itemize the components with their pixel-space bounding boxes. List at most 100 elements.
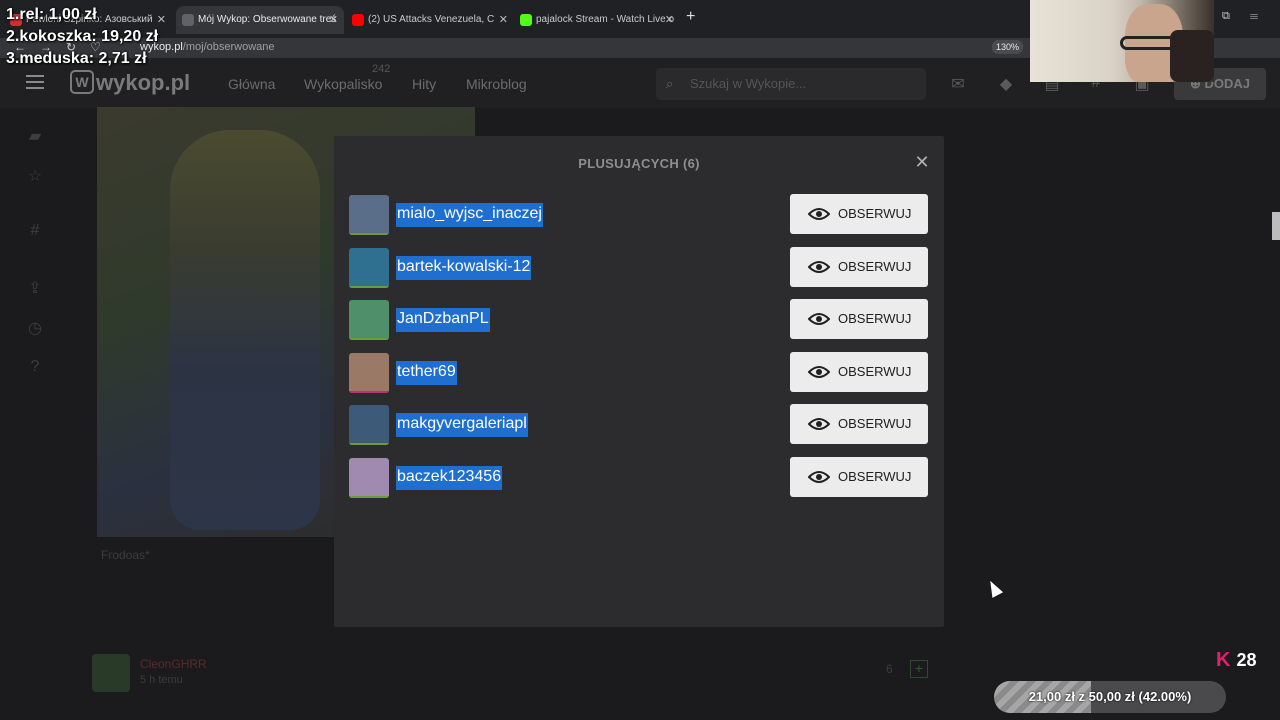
- ranking-amount: 1,00 zł: [48, 6, 97, 23]
- ranking-label: 1.rel:: [6, 6, 45, 23]
- eye-icon: [808, 261, 830, 273]
- username-link[interactable]: JanDzbanPL: [396, 308, 490, 332]
- scrollbar-thumb[interactable]: [1272, 212, 1280, 240]
- close-tab-icon[interactable]: ✕: [157, 6, 166, 34]
- webcam-feed: [1030, 0, 1214, 82]
- follow-button[interactable]: OBSERWUJ: [790, 352, 928, 392]
- post-image-figure: [170, 130, 320, 530]
- avatar-color-bar: [349, 496, 389, 498]
- follow-button[interactable]: OBSERWUJ: [790, 194, 928, 234]
- browser-tab-active[interactable]: Mój Wykop: Obserwowane treś ✕: [176, 6, 344, 34]
- viewer-count-value: 28: [1236, 650, 1257, 670]
- wykopalisko-count: 242: [372, 63, 391, 75]
- mail-icon[interactable]: ✉: [948, 74, 968, 93]
- avatar-color-bar: [349, 338, 389, 340]
- list-item: baczek123456 OBSERWUJ: [349, 457, 929, 499]
- browser-tab[interactable]: (2) US Attacks Venezuela, C ✕: [346, 6, 514, 34]
- donation-goal-bar: 21,00 zł z 50,00 zł (42.00%): [994, 681, 1226, 713]
- follow-label: OBSERWUJ: [838, 416, 912, 431]
- username-link[interactable]: makgyvergaleriapl: [396, 413, 528, 437]
- url-field[interactable]: wykop.pl/moj/obserwowane: [140, 41, 275, 53]
- kick-logo-icon: K: [1216, 649, 1231, 671]
- username-link[interactable]: bartek-kowalski-12: [396, 256, 532, 280]
- sidebar-home-icon[interactable]: ▰: [24, 126, 46, 148]
- follow-label: OBSERWUJ: [838, 469, 912, 484]
- nav-mikroblog[interactable]: Mikroblog: [466, 76, 527, 92]
- search-placeholder: Szukaj w Wykopie...: [690, 76, 807, 91]
- follow-button[interactable]: OBSERWUJ: [790, 457, 928, 497]
- avatar[interactable]: [349, 458, 389, 498]
- sidebar-upload-icon[interactable]: ⇪: [24, 278, 46, 300]
- window-controls[interactable]: ⧉☰: [1222, 10, 1278, 23]
- comment-author[interactable]: CleonGHRR: [140, 657, 207, 671]
- comment-avatar[interactable]: [92, 654, 130, 692]
- close-tab-icon[interactable]: ✕: [665, 6, 674, 34]
- upvoters-modal: PLUSUJĄCYCH (6) ✕ mialo_wyjsc_inaczej OB…: [334, 136, 944, 627]
- tab-favicon-icon: [352, 14, 364, 26]
- username-link[interactable]: mialo_wyjsc_inaczej: [396, 203, 543, 227]
- avatar-color-bar: [349, 233, 389, 235]
- follow-button[interactable]: OBSERWUJ: [790, 404, 928, 444]
- avatar-color-bar: [349, 391, 389, 393]
- plus-vote-button[interactable]: +: [910, 660, 928, 678]
- list-item: mialo_wyjsc_inaczej OBSERWUJ: [349, 194, 929, 236]
- list-item: tether69 OBSERWUJ: [349, 352, 929, 394]
- sidebar-tag-icon[interactable]: #: [24, 222, 46, 244]
- list-item: JanDzbanPL OBSERWUJ: [349, 299, 929, 341]
- logo-text: wykop.pl: [96, 70, 191, 95]
- eye-icon: [808, 366, 830, 378]
- notifications-icon[interactable]: ◆: [996, 74, 1016, 93]
- close-tab-icon[interactable]: ✕: [329, 6, 338, 34]
- close-icon[interactable]: ✕: [912, 152, 932, 172]
- browser-tab[interactable]: pajalock Stream - Watch Live o ✕: [514, 6, 680, 34]
- nav-hity[interactable]: Hity: [412, 76, 436, 92]
- username-link[interactable]: baczek123456: [396, 466, 503, 490]
- avatar[interactable]: [349, 195, 389, 235]
- menu-icon[interactable]: [26, 75, 44, 89]
- avatar-color-bar: [349, 286, 389, 288]
- tab-label: Mój Wykop: Obserwowane treś: [198, 14, 337, 25]
- site-logo[interactable]: Wwykop.pl: [70, 70, 190, 96]
- sidebar-help-icon[interactable]: ?: [24, 358, 46, 380]
- follow-label: OBSERWUJ: [838, 259, 912, 274]
- username-link[interactable]: tether69: [396, 361, 457, 385]
- comment-vote-count: 6: [886, 662, 893, 676]
- ranking-entry: 2.kokoszka: 19,20 zł: [6, 28, 158, 46]
- new-tab-icon[interactable]: +: [686, 8, 695, 26]
- eye-icon: [808, 471, 830, 483]
- follow-label: OBSERWUJ: [838, 311, 912, 326]
- url-path: /moj/obserwowane: [182, 41, 275, 53]
- follow-button[interactable]: OBSERWUJ: [790, 299, 928, 339]
- tab-label: (2) US Attacks Venezuela, C: [368, 14, 495, 25]
- avatar[interactable]: [349, 300, 389, 340]
- search-input[interactable]: ⌕ Szukaj w Wykopie...: [656, 68, 926, 100]
- tab-favicon-icon: [520, 14, 532, 26]
- avatar[interactable]: [349, 248, 389, 288]
- sidebar-clock-icon[interactable]: ◷: [24, 318, 46, 340]
- follow-button[interactable]: OBSERWUJ: [790, 247, 928, 287]
- follow-label: OBSERWUJ: [838, 206, 912, 221]
- tab-favicon-icon: [182, 14, 194, 26]
- avatar-color-bar: [349, 443, 389, 445]
- ranking-label: 3.meduska:: [6, 50, 95, 67]
- avatar[interactable]: [349, 353, 389, 393]
- sidebar-star-icon[interactable]: ☆: [24, 166, 46, 188]
- search-icon: ⌕: [666, 76, 674, 91]
- avatar[interactable]: [349, 405, 389, 445]
- donation-goal-text: 21,00 zł z 50,00 zł (42.00%): [1028, 689, 1192, 704]
- nav-wykopalisko[interactable]: Wykopalisko: [304, 76, 382, 92]
- ranking-amount: 19,20 zł: [101, 28, 159, 45]
- modal-title: PLUSUJĄCYCH (6): [578, 156, 700, 171]
- ranking-amount: 2,71 zł: [98, 50, 147, 67]
- post-author[interactable]: Frodoas*: [101, 548, 150, 562]
- close-tab-icon[interactable]: ✕: [499, 6, 508, 34]
- nav-glowna[interactable]: Główna: [228, 76, 275, 92]
- ranking-entry: 3.meduska: 2,71 zł: [6, 50, 147, 68]
- zoom-level[interactable]: 130%: [992, 40, 1024, 54]
- list-item: bartek-kowalski-12 OBSERWUJ: [349, 247, 929, 289]
- ranking-label: 2.kokoszka:: [6, 28, 97, 45]
- eye-icon: [808, 313, 830, 325]
- viewer-count: K 28: [1216, 649, 1256, 672]
- webcam-object: [1170, 30, 1214, 82]
- eye-icon: [808, 418, 830, 430]
